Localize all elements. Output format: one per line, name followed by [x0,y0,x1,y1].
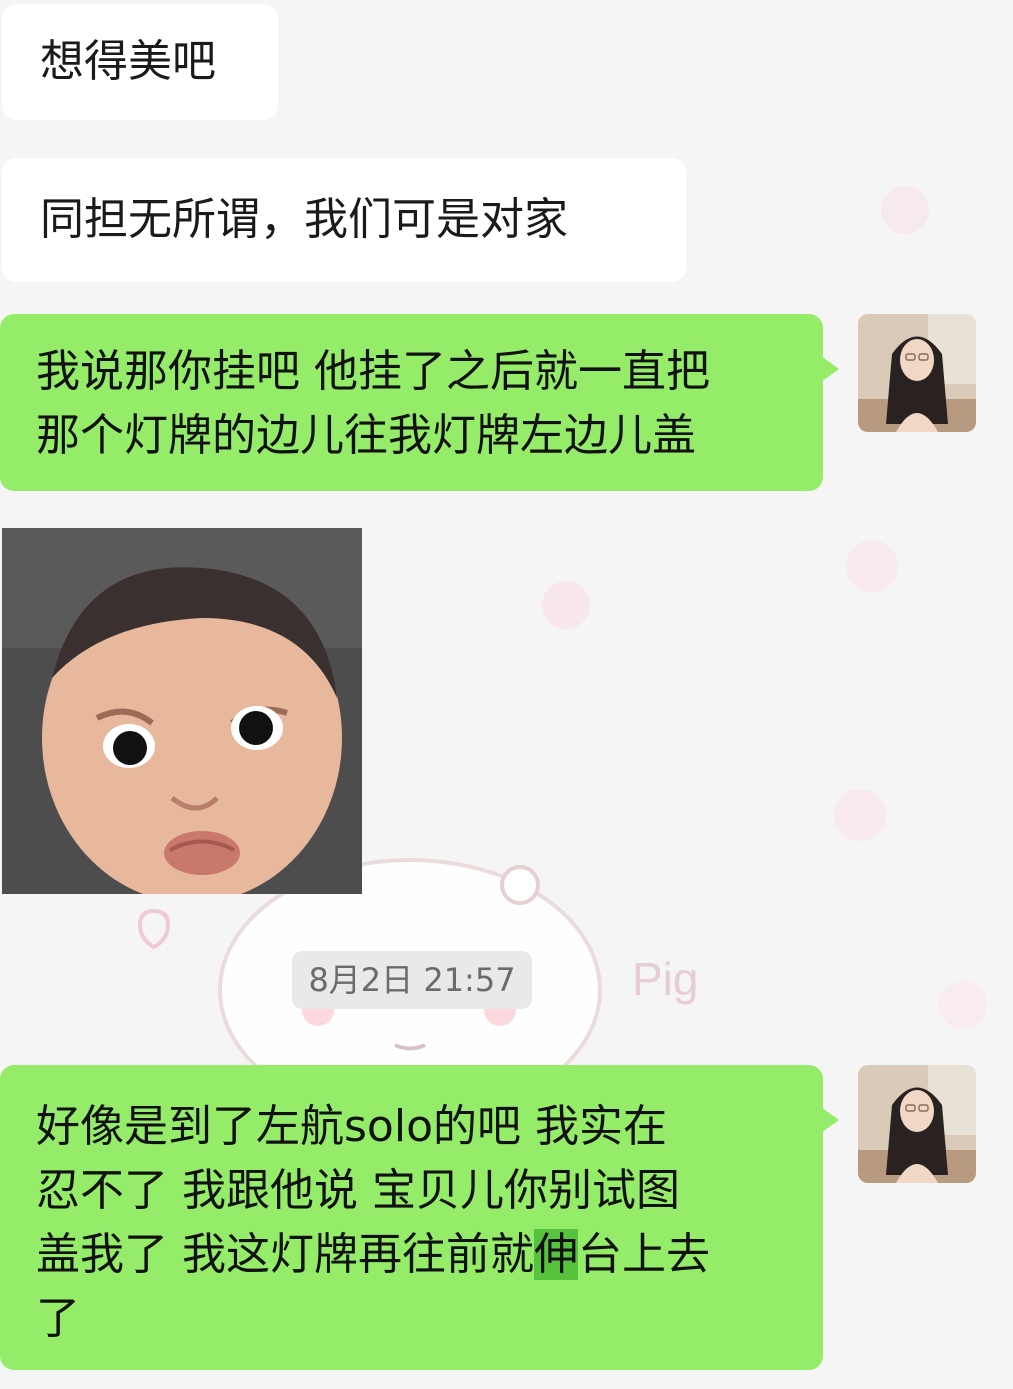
baby-face-sticker[interactable] [2,528,362,903]
outgoing-message-1[interactable]: 我说那你挂吧 他挂了之后就一直把 那个灯牌的边儿往我灯牌左边儿盖 [0,314,839,491]
avatar-photo-icon [858,1065,976,1183]
message-line: 了 [36,1293,80,1344]
pig-text: Pig [632,953,698,1005]
message-line: 好像是到了左航solo的吧 我实在 [36,1101,667,1152]
incoming-message-1[interactable]: 想得美吧 [2,4,278,120]
message-line: 那个灯牌的边儿往我灯牌左边儿盖 [36,410,696,461]
angry-baby-sticker-image [2,528,362,903]
message-line: 我说那你挂吧 他挂了之后就一直把 [36,346,710,397]
highlighted-character: 伸 [534,1229,578,1280]
bubble-tail [821,1107,839,1133]
message-timestamp: 8月2日 21:57 [292,951,532,1009]
message-line: 忍不了 我跟他说 宝贝儿你别试图 [36,1165,680,1216]
outgoing-message-2[interactable]: 好像是到了左航solo的吧 我实在 忍不了 我跟他说 宝贝儿你别试图 盖我了 我… [0,1065,839,1370]
user-avatar[interactable] [858,1065,976,1183]
message-text: 同担无所谓，我们可是对家 [40,194,568,245]
avatar-photo-icon [858,314,976,432]
message-text-segment: 台上去 [578,1229,710,1280]
message-text: 想得美吧 [40,36,216,87]
bubble-tail [821,356,839,382]
message-line: 盖我了 我这灯牌再往前就伸台上去 [36,1223,823,1287]
message-text-segment: 盖我了 我这灯牌再往前就 [36,1229,534,1280]
user-avatar[interactable] [858,314,976,432]
incoming-message-2[interactable]: 同担无所谓，我们可是对家 [2,158,686,282]
